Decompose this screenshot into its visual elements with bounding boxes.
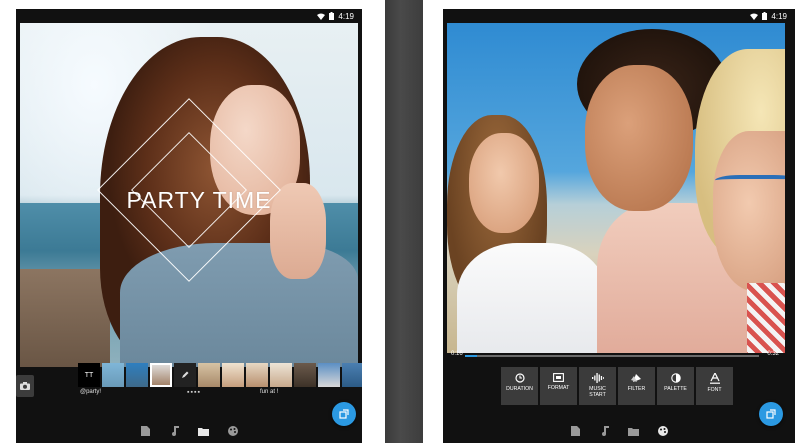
format-icon [553, 373, 564, 382]
duration-button[interactable]: DURATION [501, 367, 538, 405]
font-label: FONT [707, 387, 722, 393]
wifi-icon [750, 13, 759, 20]
status-time: 4:19 [771, 11, 787, 21]
camera-icon [20, 382, 30, 390]
status-bar: 4:19 [16, 9, 362, 23]
person-right-top [747, 283, 785, 353]
current-time: 0:16 [451, 351, 463, 357]
music-note-icon[interactable] [169, 425, 181, 437]
filter-label: FILTER [627, 386, 646, 392]
format-label: FORMAT [547, 385, 570, 391]
palette-contrast-icon [670, 373, 681, 383]
scrubber-track[interactable] [465, 355, 759, 357]
clip-thumbnail-selected[interactable] [150, 363, 172, 387]
clip-thumbnail[interactable] [342, 363, 362, 387]
clip-label-first: @party! [80, 389, 102, 395]
clip-thumbnail[interactable] [126, 363, 148, 387]
end-time: 0:32 [767, 351, 779, 357]
right-phone-screen: 4:19 0:16 0:32 DURATION FORMAT MUSIC STA… [443, 9, 795, 443]
clip-thumbnail[interactable] [222, 363, 244, 387]
text-card-glyph: TT [84, 371, 94, 379]
folder-icon[interactable] [198, 425, 210, 437]
clip-thumbnail[interactable] [198, 363, 220, 387]
status-time: 4:19 [338, 11, 354, 21]
document-icon[interactable] [570, 425, 582, 437]
clip-label-selected: fun at ! [260, 389, 279, 395]
music-start-label: MUSIC START [589, 386, 606, 398]
video-preview-image[interactable] [447, 23, 785, 353]
format-button[interactable]: FORMAT [540, 367, 577, 405]
screenshot-divider [385, 0, 423, 443]
scrubber-progress [465, 355, 477, 357]
folder-icon[interactable] [628, 425, 640, 437]
palette-icon[interactable] [227, 425, 239, 437]
status-bar: 4:19 [443, 9, 795, 23]
edit-toolbar: DURATION FORMAT MUSIC START FILTER PALET… [501, 367, 733, 405]
music-note-icon[interactable] [599, 425, 611, 437]
palette-label: PALETTE [664, 386, 687, 392]
video-preview-image[interactable]: PARTY TIME [20, 23, 358, 367]
battery-icon [762, 12, 768, 20]
clip-thumbnail[interactable] [246, 363, 268, 387]
drag-handle-dots[interactable]: ▪▪▪▪ [187, 389, 201, 396]
title-overlay-text[interactable]: PARTY TIME [114, 187, 284, 214]
export-icon [339, 409, 349, 419]
font-button[interactable]: FONT [696, 367, 733, 405]
duration-label: DURATION [506, 386, 533, 392]
waveform-icon [591, 373, 604, 383]
bottom-navigation [16, 419, 362, 443]
left-phone-screen: 4:19 PARTY TIME TT @party! fun at ! ▪▪▪▪ [16, 9, 362, 443]
palette-button[interactable]: PALETTE [657, 367, 694, 405]
clip-thumbnail[interactable] [102, 363, 124, 387]
person-left-top [457, 243, 607, 353]
text-card-clip[interactable]: TT [78, 363, 100, 387]
clock-icon [514, 373, 525, 383]
pencil-icon [182, 371, 189, 378]
export-icon [766, 409, 776, 419]
bottom-navigation [443, 419, 795, 443]
document-icon[interactable] [140, 425, 152, 437]
edit-clip-button[interactable] [174, 363, 196, 387]
clip-thumbnail[interactable] [270, 363, 292, 387]
battery-icon [329, 12, 335, 20]
clip-thumbnail[interactable] [294, 363, 316, 387]
filter-button[interactable]: FILTER [618, 367, 655, 405]
person-right-glasses [715, 175, 785, 193]
person-left-face [469, 133, 539, 233]
camera-button[interactable] [16, 375, 34, 397]
playback-scrubber[interactable]: 0:16 0:32 [447, 351, 785, 365]
wooden-rail [20, 269, 110, 367]
person-right-face [713, 131, 785, 291]
wifi-icon [317, 13, 326, 20]
clip-filmstrip: TT [78, 363, 362, 387]
music-start-button[interactable]: MUSIC START [579, 367, 616, 405]
palette-icon[interactable] [657, 425, 669, 437]
clip-thumbnail[interactable] [318, 363, 340, 387]
filter-icon [631, 374, 641, 382]
font-icon [709, 373, 720, 384]
person-center-face [585, 65, 693, 211]
